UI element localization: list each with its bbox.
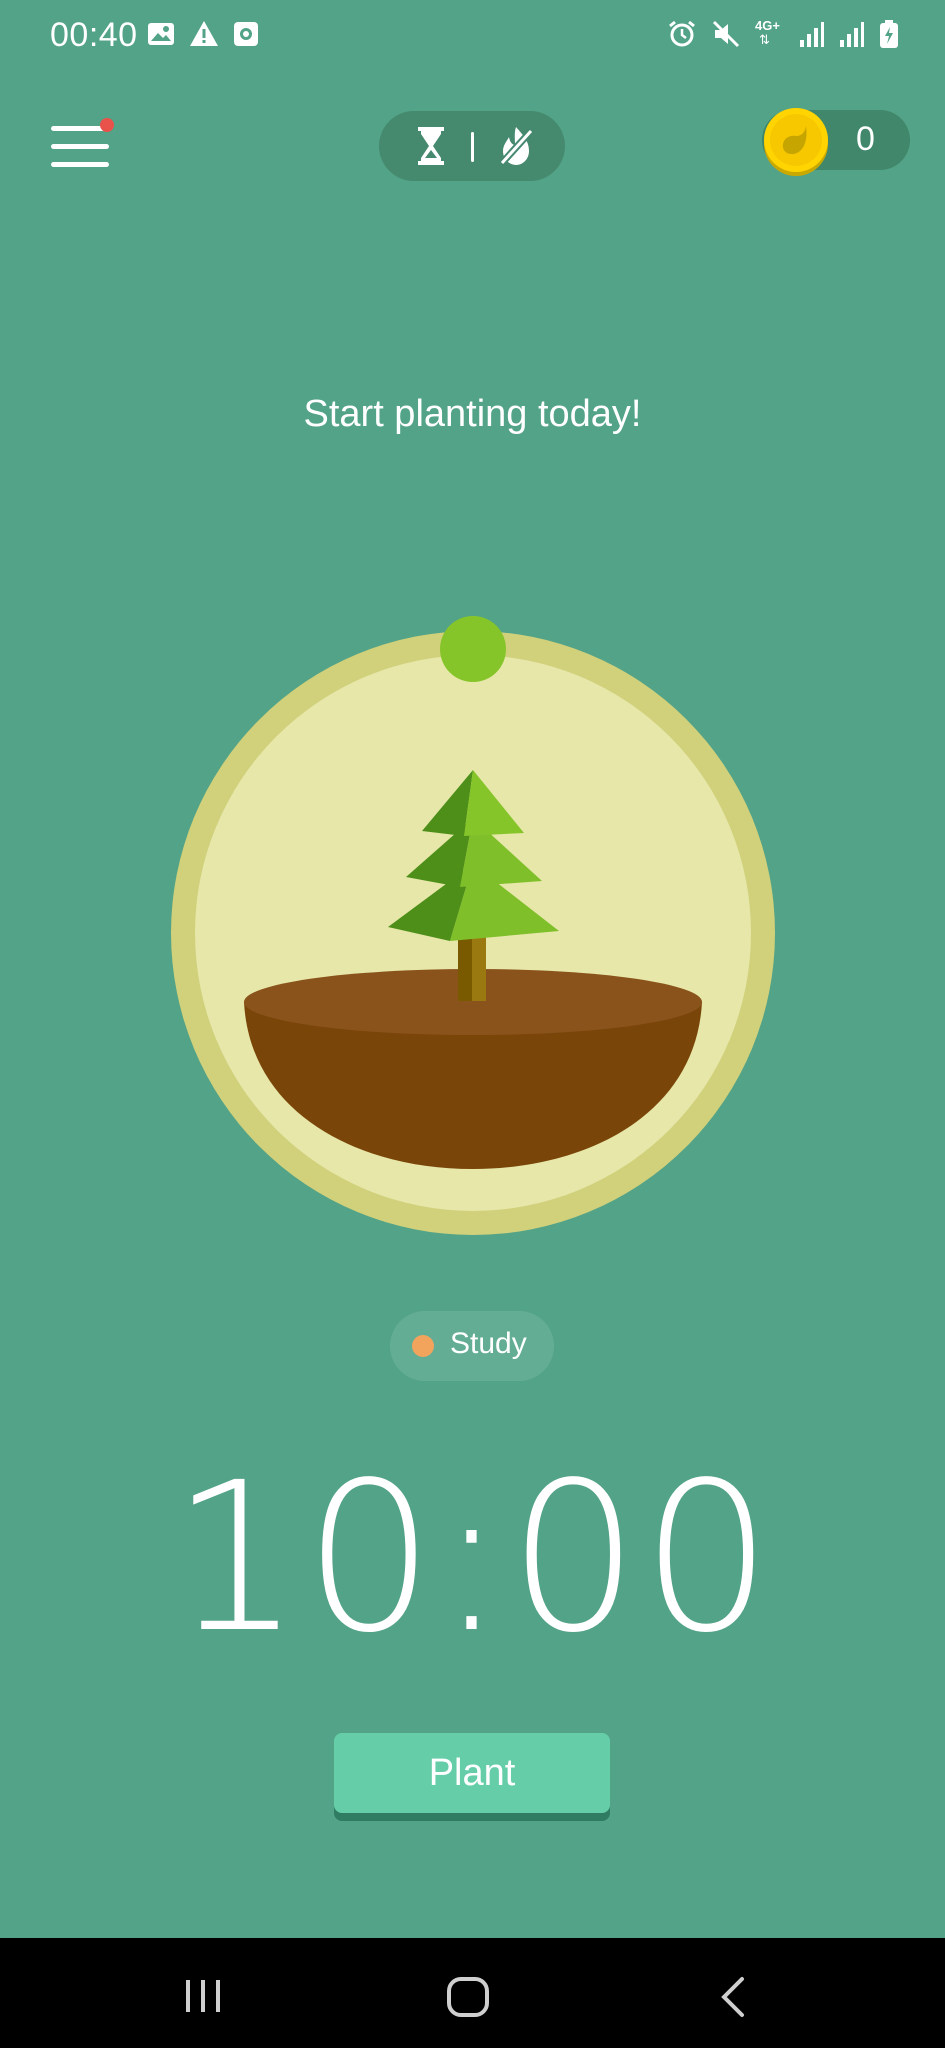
status-bar: 00:40 4G+ ⇅ bbox=[0, 0, 945, 72]
recent-apps-icon[interactable] bbox=[184, 1978, 224, 2014]
plant-timer-ring[interactable] bbox=[170, 615, 780, 1235]
coin-count: 0 bbox=[856, 120, 875, 158]
plant-button[interactable]: Plant bbox=[334, 1733, 610, 1813]
tag-selector[interactable]: Study bbox=[390, 1311, 554, 1381]
navigation-bar bbox=[0, 1938, 945, 2048]
app-notification-icon bbox=[234, 22, 258, 46]
coin-balance[interactable]: 0 bbox=[762, 108, 910, 176]
network-label: 4G+ bbox=[755, 18, 780, 33]
timer-display[interactable]: 10:00 bbox=[0, 1438, 945, 1678]
warning-icon bbox=[190, 21, 218, 46]
no-fire-icon[interactable] bbox=[497, 125, 535, 167]
signal-icon bbox=[840, 22, 864, 47]
status-time: 00:40 bbox=[50, 16, 138, 54]
image-icon bbox=[148, 23, 174, 45]
status-system-icons: 4G+ ⇅ bbox=[667, 18, 899, 50]
back-icon[interactable] bbox=[718, 1976, 748, 2018]
signal-icon bbox=[800, 22, 824, 47]
timer-slider-knob[interactable] bbox=[440, 616, 506, 682]
home-icon[interactable] bbox=[446, 1976, 490, 2018]
mode-divider bbox=[471, 132, 474, 162]
battery-charging-icon bbox=[880, 20, 898, 48]
data-arrows-icon: ⇅ bbox=[759, 32, 770, 47]
coin-icon bbox=[764, 108, 828, 176]
notification-badge bbox=[100, 118, 114, 132]
tag-color-dot bbox=[412, 1335, 434, 1357]
headline: Start planting today! bbox=[303, 393, 642, 435]
status-notification-icons bbox=[147, 20, 259, 48]
tag-label: Study bbox=[450, 1327, 527, 1360]
alarm-icon bbox=[669, 20, 695, 47]
hourglass-icon[interactable] bbox=[417, 126, 445, 166]
network-type: 4G+ ⇅ bbox=[755, 18, 785, 50]
mode-toggle[interactable] bbox=[379, 111, 565, 181]
mute-icon bbox=[712, 20, 740, 48]
